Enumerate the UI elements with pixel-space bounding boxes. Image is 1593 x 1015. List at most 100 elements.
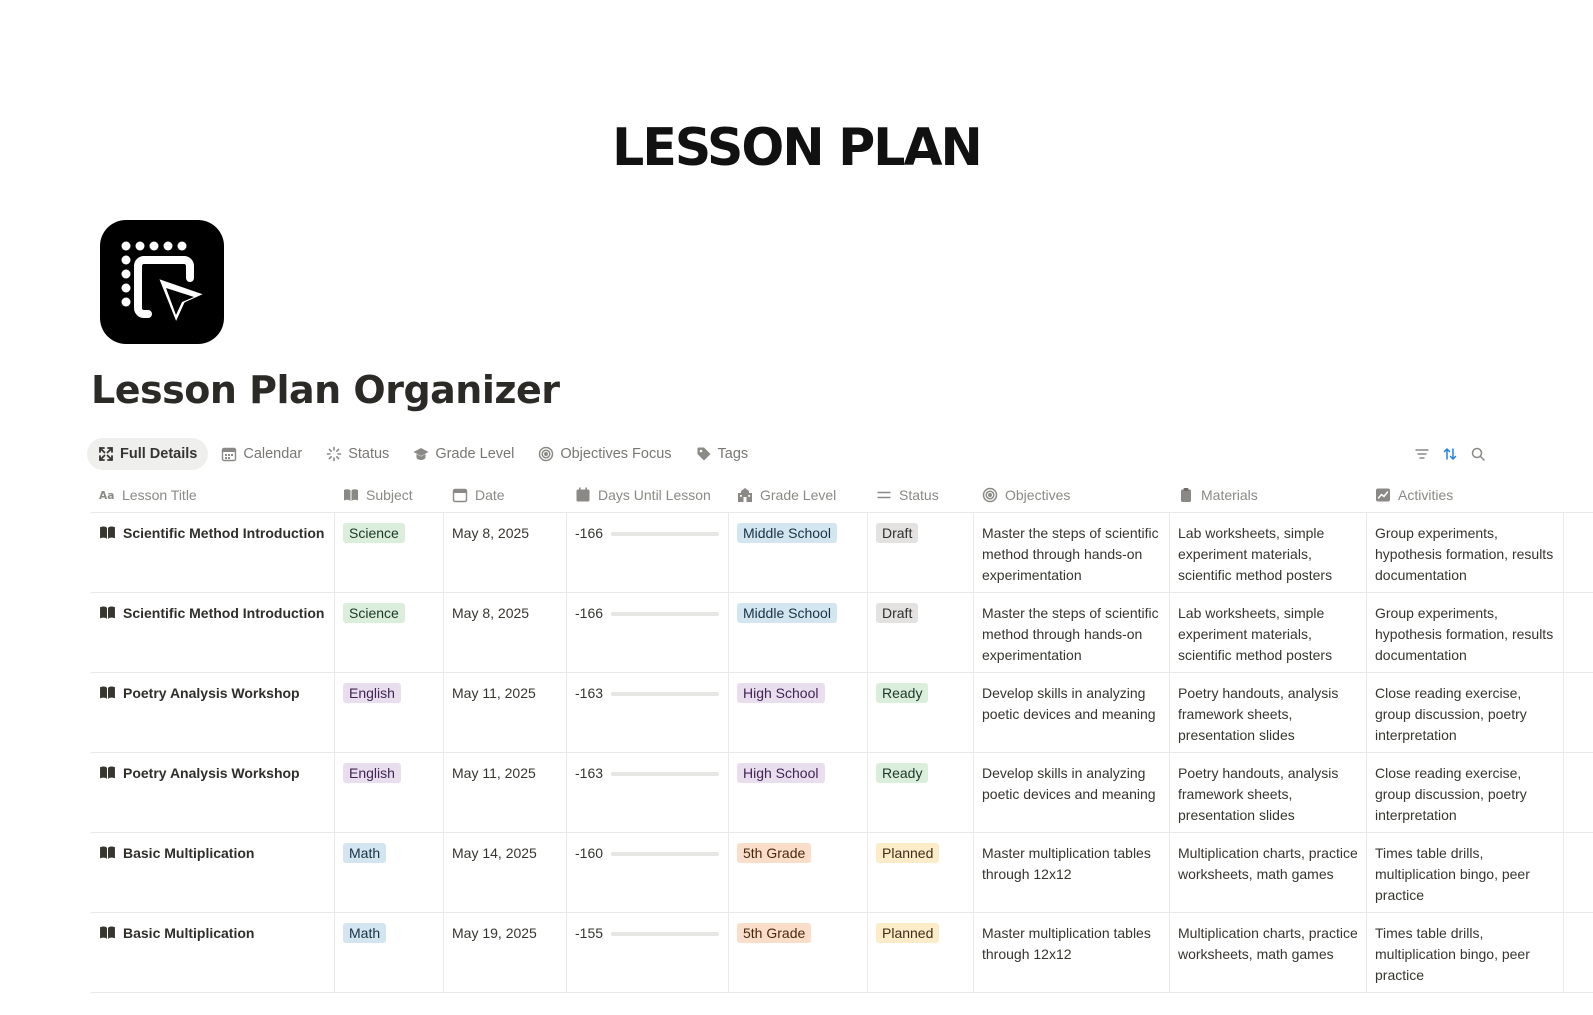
column-header-grade-level[interactable]: Grade Level [729,478,868,512]
subject-cell[interactable]: English [335,753,444,832]
lesson-title-cell[interactable]: Poetry Analysis Workshop [91,753,335,832]
column-header-activities[interactable]: Activities [1367,478,1564,512]
objectives-cell[interactable]: Develop skills in analyzing poetic devic… [974,753,1170,832]
subject-cell[interactable]: Science [335,513,444,592]
graduation-cap-icon [413,448,429,460]
days-until-cell[interactable]: -155 [567,913,729,992]
status-cell[interactable]: Ready [868,673,974,752]
column-header-materials[interactable]: Materials [1170,478,1367,512]
materials-cell[interactable]: Poetry handouts, analysis framework shee… [1170,753,1367,832]
activities-cell[interactable]: Times table drills, multiplication bingo… [1367,913,1564,992]
grade-level-cell[interactable]: 5th Grade [729,833,868,912]
status-badge: Draft [876,603,919,623]
lesson-title-cell[interactable]: Basic Multiplication [91,913,335,992]
target-icon [539,446,554,462]
lesson-title-cell[interactable]: Scientific Method Introduction [91,593,335,672]
subject-cell[interactable]: Science [335,593,444,672]
subject-cell[interactable]: Math [335,833,444,912]
sort-button[interactable] [1442,446,1458,462]
tab-label: Calendar [243,446,303,462]
grade-level-cell[interactable]: Middle School [729,593,868,672]
date-cell[interactable]: May 8, 2025 [444,593,567,672]
table-row[interactable]: Poetry Analysis Workshop English May 11,… [91,753,1593,833]
materials-cell[interactable]: Lab worksheets, simple experiment materi… [1170,513,1367,592]
column-header-objectives[interactable]: Objectives [974,478,1170,512]
search-button[interactable] [1470,446,1486,462]
subject-cell[interactable]: English [335,673,444,752]
grade-level-cell[interactable]: High School [729,673,868,752]
date-cell[interactable]: May 8, 2025 [444,513,567,592]
subject-tag: English [343,683,401,703]
days-until-cell[interactable]: -163 [567,753,729,832]
lesson-title-cell[interactable]: Scientific Method Introduction [91,513,335,592]
status-cell[interactable]: Planned [868,913,974,992]
days-until-value: -163 [575,765,604,781]
activities-cell[interactable]: Group experiments, hypothesis formation,… [1367,593,1564,672]
status-badge: Ready [876,763,929,783]
lesson-title[interactable]: Poetry Analysis Workshop [123,763,300,784]
grade-level-cell[interactable]: 5th Grade [729,913,868,992]
status-cell[interactable]: Draft [868,513,974,592]
days-until-cell[interactable]: -166 [567,593,729,672]
column-header-status[interactable]: Status [868,478,974,512]
subject-cell[interactable]: Math [335,913,444,992]
status-cell[interactable]: Planned [868,833,974,912]
book-icon [100,686,115,699]
table-row[interactable]: Poetry Analysis Workshop English May 11,… [91,673,1593,753]
activities-cell[interactable]: Close reading exercise, group discussion… [1367,753,1564,832]
tab-objectives-focus[interactable]: Objectives Focus [527,438,682,470]
view-toolbar [1414,446,1486,462]
date-cell[interactable]: May 14, 2025 [444,833,567,912]
tab-status[interactable]: Status [315,438,400,470]
column-header-days-until-lesson[interactable]: Days Until Lesson [567,478,729,512]
lesson-title[interactable]: Basic Multiplication [123,923,254,944]
table-row[interactable]: Basic Multiplication Math May 19, 2025 -… [91,913,1593,993]
lesson-title[interactable]: Poetry Analysis Workshop [123,683,300,704]
date-cell[interactable]: May 11, 2025 [444,673,567,752]
materials-cell[interactable]: Multiplication charts, practice workshee… [1170,913,1367,992]
sort-icon [1443,448,1457,460]
status-cell[interactable]: Ready [868,753,974,832]
tab-full-details[interactable]: Full Details [87,438,209,470]
tab-calendar[interactable]: Calendar [210,438,313,470]
cursor-tap-icon [121,241,210,328]
lesson-title[interactable]: Scientific Method Introduction [123,603,324,624]
page-icon[interactable] [100,220,224,344]
tab-grade-level[interactable]: Grade Level [402,438,525,470]
days-until-cell[interactable]: -166 [567,513,729,592]
lesson-title[interactable]: Scientific Method Introduction [123,523,324,544]
date-cell[interactable]: May 19, 2025 [444,913,567,992]
days-until-cell[interactable]: -160 [567,833,729,912]
grade-level-cell[interactable]: High School [729,753,868,832]
filter-button[interactable] [1414,446,1430,462]
lesson-title-cell[interactable]: Poetry Analysis Workshop [91,673,335,752]
status-cell[interactable]: Draft [868,593,974,672]
materials-cell[interactable]: Lab worksheets, simple experiment materi… [1170,593,1367,672]
loader-icon [326,446,342,462]
days-until-cell[interactable]: -163 [567,673,729,752]
lesson-title[interactable]: Basic Multiplication [123,843,254,864]
objectives-cell[interactable]: Master multiplication tables through 12x… [974,913,1170,992]
lesson-table: Aa Lesson Title Subject Date Days Until … [91,478,1593,993]
lesson-title-cell[interactable]: Basic Multiplication [91,833,335,912]
objectives-cell[interactable]: Master multiplication tables through 12x… [974,833,1170,912]
materials-cell[interactable]: Poetry handouts, analysis framework shee… [1170,673,1367,752]
column-header-date[interactable]: Date [444,478,567,512]
materials-cell[interactable]: Multiplication charts, practice workshee… [1170,833,1367,912]
calendar-icon [222,447,237,462]
activities-cell[interactable]: Times table drills, multiplication bingo… [1367,833,1564,912]
column-header-lesson-title[interactable]: Aa Lesson Title [91,478,335,512]
activities-cell[interactable]: Close reading exercise, group discussion… [1367,673,1564,752]
table-row[interactable]: Scientific Method Introduction Science M… [91,593,1593,673]
column-header-subject[interactable]: Subject [335,478,444,512]
table-row[interactable]: Scientific Method Introduction Science M… [91,513,1593,593]
objectives-cell[interactable]: Master the steps of scientific method th… [974,593,1170,672]
objectives-cell[interactable]: Develop skills in analyzing poetic devic… [974,673,1170,752]
objectives-cell[interactable]: Master the steps of scientific method th… [974,513,1170,592]
subject-tag: Math [343,843,387,863]
activities-cell[interactable]: Group experiments, hypothesis formation,… [1367,513,1564,592]
date-cell[interactable]: May 11, 2025 [444,753,567,832]
grade-level-cell[interactable]: Middle School [729,513,868,592]
tab-tags[interactable]: Tags [685,438,760,470]
table-row[interactable]: Basic Multiplication Math May 14, 2025 -… [91,833,1593,913]
